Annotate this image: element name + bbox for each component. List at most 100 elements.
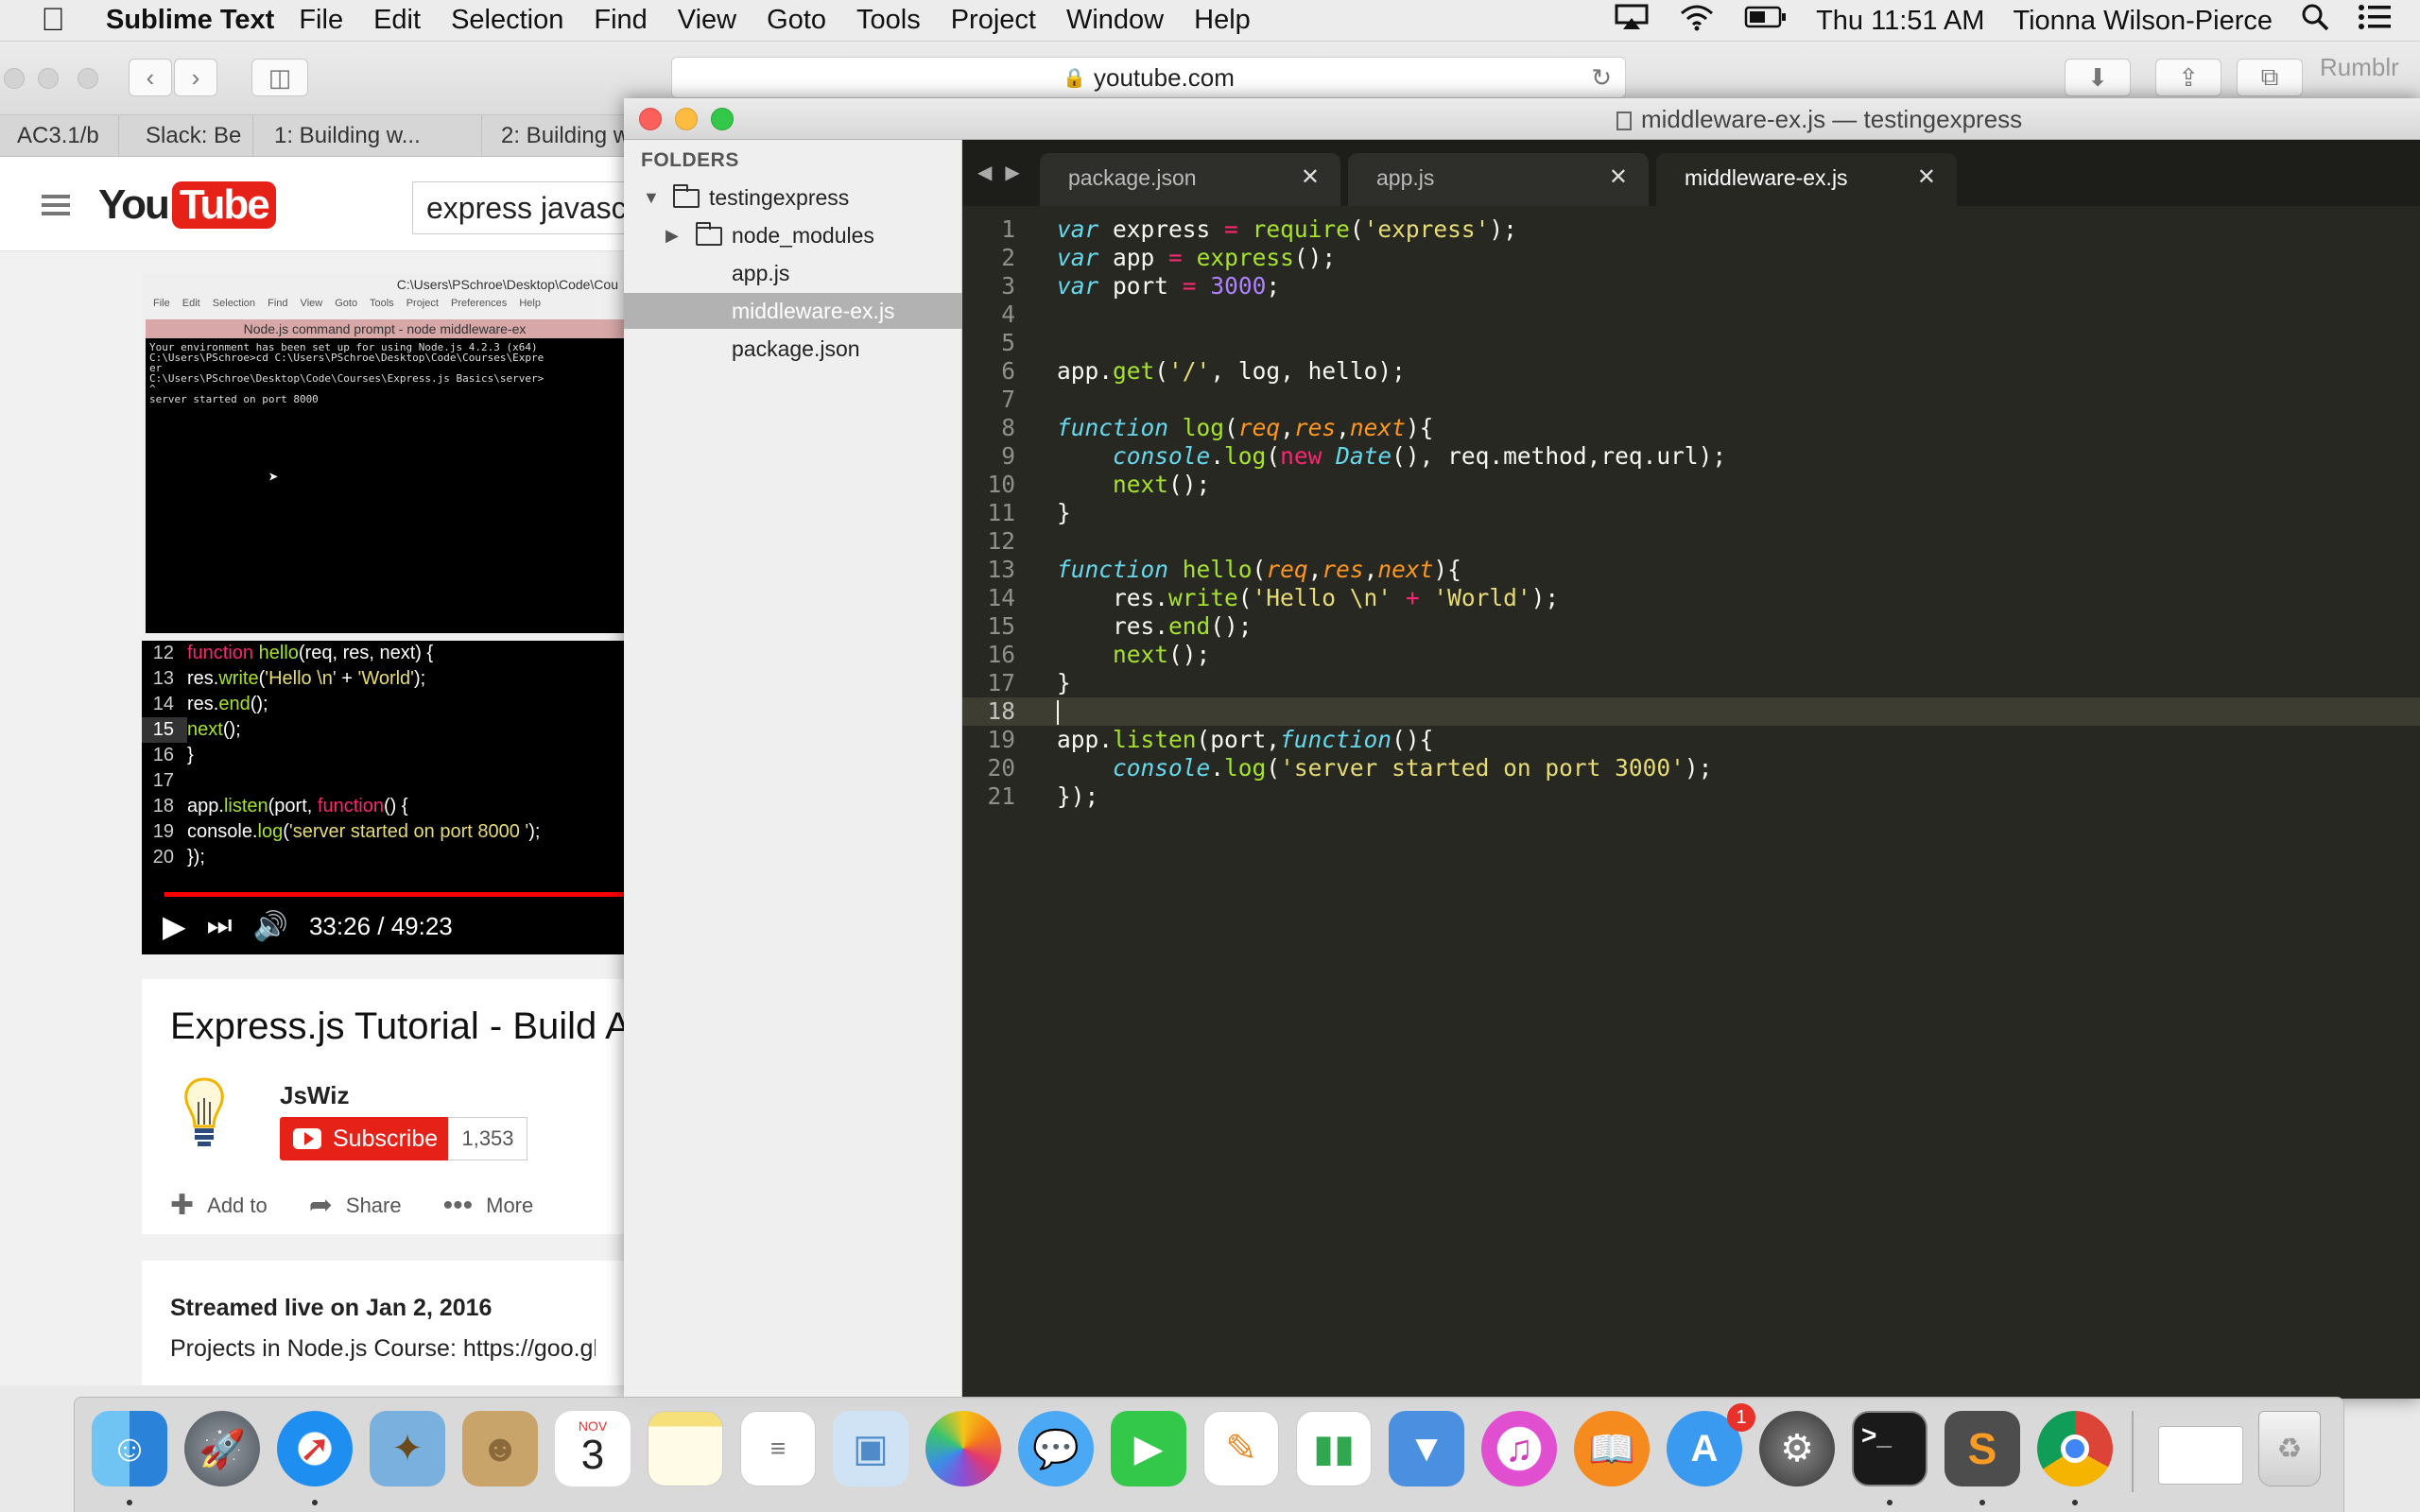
address-bar[interactable]: 🔒 youtube.com ↻ [671, 57, 1626, 98]
code-line[interactable]: 13 function hello(req,res,next){ [962, 556, 2420, 584]
safari-tab[interactable]: Slack: Be [129, 115, 253, 157]
video-progress-bar[interactable] [164, 892, 624, 897]
spotlight-icon[interactable] [2301, 3, 2329, 39]
menu-edit[interactable]: Edit [373, 5, 421, 36]
zoom-button[interactable] [711, 108, 734, 130]
finder-icon[interactable]: ☺ [92, 1411, 167, 1486]
safari-close-button[interactable] [4, 68, 25, 89]
safari-icon[interactable]: ➚ [277, 1411, 353, 1486]
volume-icon[interactable]: 🔊 [253, 910, 288, 943]
code-line[interactable]: 1 var express = require('express'); [962, 215, 2420, 244]
code-line[interactable]: 11} [962, 499, 2420, 527]
trash-icon[interactable]: ♻ [2258, 1411, 2321, 1486]
chrome-icon[interactable] [2037, 1411, 2113, 1486]
safari-tab[interactable]: AC3.1/b [0, 115, 119, 157]
code-line[interactable]: 15 res.end(); [962, 612, 2420, 641]
tab-app-js[interactable]: app.js ✕ [1348, 153, 1649, 206]
safari-side-tab[interactable]: Rumblr [2320, 53, 2399, 82]
airplay-icon[interactable] [1614, 3, 1650, 39]
minimize-button[interactable] [675, 108, 698, 130]
menu-clock[interactable]: Thu 11:51 AM [1816, 6, 1984, 37]
back-button[interactable]: ‹ [129, 59, 172, 96]
channel-name[interactable]: JsWiz [280, 1081, 349, 1110]
safari-minimize-button[interactable] [38, 68, 59, 89]
code-line[interactable]: 7 [962, 386, 2420, 414]
close-tab-icon[interactable]: ✕ [1917, 153, 1936, 202]
photos-icon[interactable] [925, 1411, 1001, 1486]
numbers-icon[interactable]: ▮▮ [1296, 1411, 1372, 1486]
code-line[interactable]: 3 var port = 3000; [962, 272, 2420, 301]
share-video-button[interactable]: ➦ Share [309, 1189, 402, 1222]
tab-package-json[interactable]: package.json ✕ [1040, 153, 1340, 206]
code-line[interactable]: 10 next(); [962, 471, 2420, 499]
more-button[interactable]: ••• More [443, 1189, 534, 1222]
tree-item-middleware-ex-js[interactable]: middleware-ex.js [624, 293, 962, 329]
tree-item-package-json[interactable]: package.json [624, 331, 962, 367]
code-line[interactable]: 8 function log(req,res,next){ [962, 414, 2420, 442]
itunes-icon[interactable]: ♫ [1481, 1411, 1557, 1486]
menu-view[interactable]: View [678, 5, 736, 36]
close-tab-icon[interactable]: ✕ [1301, 153, 1320, 202]
sidebar-toggle-button[interactable]: ◫ [251, 59, 308, 96]
battery-icon[interactable] [1744, 5, 1788, 37]
notes-icon[interactable] [648, 1411, 723, 1486]
forward-button[interactable]: › [174, 59, 217, 96]
minimized-window-icon[interactable] [2158, 1426, 2243, 1485]
tabs-overview-button[interactable]: ⧉ [2237, 59, 2303, 96]
code-line[interactable]: 5 [962, 329, 2420, 357]
tab-middleware-ex-js[interactable]: middleware-ex.js ✕ [1656, 153, 1957, 206]
menu-file[interactable]: File [299, 5, 343, 36]
disclosure-open-icon[interactable]: ▼ [643, 180, 660, 215]
tree-item-testingexpress[interactable]: ▼ testingexpress [624, 180, 962, 215]
downloads-button[interactable]: ⬇ [2065, 59, 2131, 96]
video-player[interactable]: C:\Users\PSchroe\Desktop\Code\Cou File E… [142, 274, 624, 954]
code-line[interactable]: 18 [962, 697, 2420, 726]
code-line[interactable]: 6 app.get('/', log, hello); [962, 357, 2420, 386]
menu-tools[interactable]: Tools [856, 5, 921, 36]
add-to-button[interactable]: ✚ Add to [170, 1189, 268, 1222]
tree-item-node-modules[interactable]: ▶ node_modules [624, 217, 962, 253]
mail-icon[interactable]: ✦ [370, 1411, 445, 1486]
disclosure-closed-icon[interactable]: ▶ [666, 217, 679, 253]
play-icon[interactable]: ▶ [163, 908, 186, 944]
calendar-icon[interactable]: NOV 3 [555, 1411, 631, 1486]
preview-icon[interactable]: ▣ [833, 1411, 908, 1486]
menu-selection[interactable]: Selection [451, 5, 563, 36]
code-line[interactable]: 12 [962, 527, 2420, 556]
sublime-text-icon[interactable]: S [1945, 1411, 2020, 1486]
editor-pane[interactable]: ◀▶ package.json ✕ app.js ✕ middleware-ex… [962, 140, 2420, 1399]
launchpad-icon[interactable]: 🚀 [184, 1411, 260, 1486]
pages-icon[interactable]: ✎ [1203, 1411, 1279, 1486]
safari-tab[interactable]: 1: Building w... [257, 115, 482, 157]
channel-avatar[interactable] [180, 1075, 229, 1151]
code-line[interactable]: 2 var app = express(); [962, 244, 2420, 272]
close-tab-icon[interactable]: ✕ [1609, 153, 1628, 202]
code-line[interactable]: 21}); [962, 782, 2420, 811]
reload-icon[interactable]: ↻ [1591, 63, 1612, 93]
tab-navigation-arrows[interactable]: ◀▶ [977, 161, 1033, 184]
contacts-icon[interactable]: ☻ [462, 1411, 538, 1486]
next-icon[interactable]: ⏭ [207, 910, 233, 942]
menu-user[interactable]: Tionna Wilson-Pierce [2013, 6, 2273, 37]
code-line[interactable]: 4 [962, 301, 2420, 329]
messages-icon[interactable]: 💬 [1018, 1411, 1094, 1486]
subscribe-button[interactable]: Subscribe [280, 1117, 448, 1160]
menu-icon[interactable] [42, 195, 70, 215]
code-line[interactable]: 9 console.log(new Date(), req.method,req… [962, 442, 2420, 471]
menu-help[interactable]: Help [1194, 5, 1251, 36]
system-preferences-icon[interactable]: ⚙ [1759, 1411, 1835, 1486]
ibooks-icon[interactable]: 📖 [1574, 1411, 1650, 1486]
keynote-icon[interactable]: ▼ [1389, 1411, 1464, 1486]
description-line[interactable]: Projects in Node.js Course: https://goo.… [170, 1335, 596, 1363]
share-button[interactable]: ⇪ [2155, 59, 2221, 96]
code-line[interactable]: 17} [962, 669, 2420, 697]
reminders-icon[interactable]: ≡ [740, 1411, 816, 1486]
facetime-icon[interactable]: ▶ [1111, 1411, 1186, 1486]
apple-menu-icon[interactable]:  [0, 2, 106, 39]
wifi-icon[interactable] [1678, 3, 1716, 39]
safari-zoom-button[interactable] [78, 68, 98, 89]
code-area[interactable]: 1 var express = require('express'); 2 var a… [962, 215, 2420, 811]
code-line[interactable]: 16 next(); [962, 641, 2420, 669]
tree-item-app-js[interactable]: app.js [624, 255, 962, 291]
app-menu[interactable]: Sublime Text [106, 5, 274, 36]
